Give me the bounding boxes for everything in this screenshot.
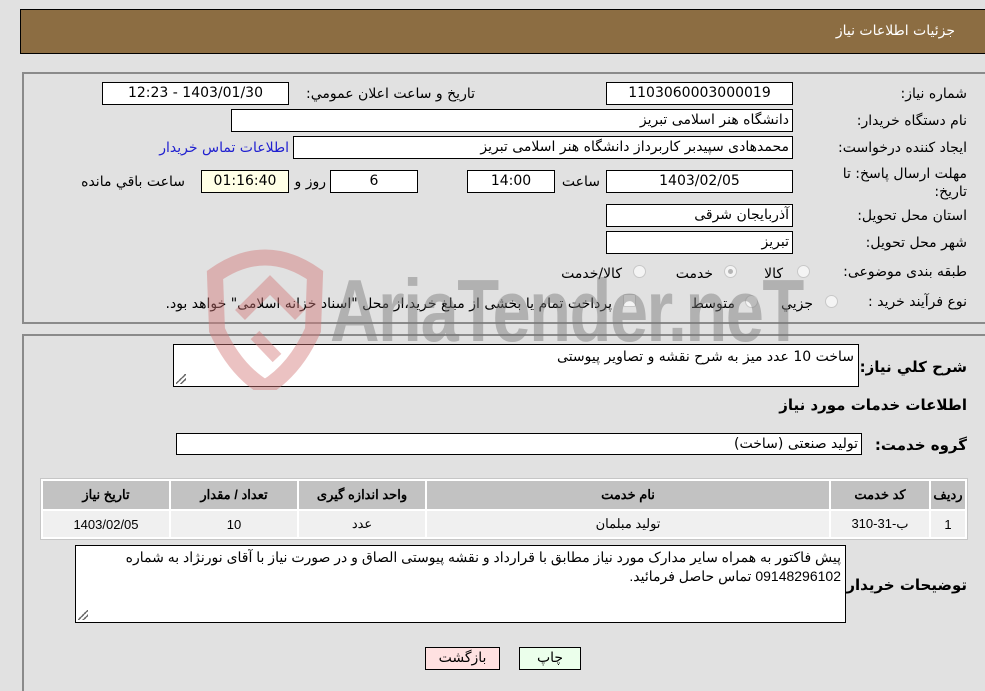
purchase-type-radio-minor[interactable]: [825, 295, 838, 308]
resize-grip-icon[interactable]: [78, 610, 88, 620]
category-radio-service[interactable]: [724, 265, 737, 278]
col-header-unit: واحد اندازه گیری: [299, 481, 425, 509]
days-label: روز و: [294, 174, 327, 190]
category-option-service: خدمت: [675, 266, 713, 282]
buyer-notes-label: توضیحات خریدار:: [840, 576, 967, 594]
col-header-service-name: نام خدمت: [427, 481, 829, 509]
col-header-service-code: کد خدمت: [831, 481, 929, 509]
cell-row-number: 1: [931, 511, 965, 537]
cell-service-name: تولید مبلمان: [427, 511, 829, 537]
purchase-type-option-medium: متوسط: [691, 296, 735, 312]
cell-service-code: ب-31-310: [831, 511, 929, 537]
service-group-label: گروه خدمت:: [874, 436, 967, 454]
purchase-type-label: نوع فرآیند خرید :: [868, 294, 967, 310]
category-option-goods-service: کالا/خدمت: [561, 266, 622, 282]
deadline-time-label: ساعت: [561, 174, 600, 190]
province-label: استان محل تحویل:: [857, 208, 967, 224]
category-option-goods: کالا: [764, 266, 783, 282]
cell-quantity: 10: [171, 511, 297, 537]
city-field: تبریز: [606, 231, 793, 254]
announce-label: تاریخ و ساعت اعلان عمومي:: [306, 86, 475, 102]
deadline-time-field: 14:00: [467, 170, 555, 193]
services-heading: اطلاعات خدمات مورد نیاز: [779, 396, 967, 414]
category-label: طبقه بندی موضوعی:: [843, 264, 967, 280]
need-number-field: 1103060003000019: [606, 82, 793, 105]
deadline-label: مهلت ارسال پاسخ: تا تاریخ:: [842, 166, 967, 200]
deadline-date-field: 1403/02/05: [606, 170, 793, 193]
announce-datetime-field: 1403/01/30 - 12:23: [102, 82, 289, 105]
buyer-org-label: نام دستگاه خریدار:: [856, 113, 967, 129]
buyer-notes-text: پیش فاکتور به همراه سایر مدارک مورد نیاز…: [125, 549, 841, 584]
category-radio-goods[interactable]: [797, 265, 810, 278]
treasury-note: پرداخت تمام یا بخشی از مبلغ خرید،از محل …: [165, 296, 612, 312]
description-label: شرح کلي نیاز:: [859, 358, 967, 376]
cell-unit: عدد: [299, 511, 425, 537]
table-header-row: ردیف کد خدمت نام خدمت واحد اندازه گیری ت…: [43, 481, 965, 509]
buyer-contact-link[interactable]: اطلاعات تماس خریدار: [159, 140, 289, 156]
remaining-time-field: 01:16:40: [201, 170, 289, 193]
buyer-notes-textarea[interactable]: پیش فاکتور به همراه سایر مدارک مورد نیاز…: [75, 545, 846, 623]
col-header-quantity: تعداد / مقدار: [171, 481, 297, 509]
print-button[interactable]: چاپ: [519, 647, 581, 670]
purchase-type-option-minor: جزیي: [781, 296, 813, 312]
requester-field: محمدهادی سپیدبر کاربرداز دانشگاه هنر اسل…: [293, 136, 793, 159]
need-number-label: شماره نیاز:: [900, 86, 968, 102]
page-header: جزئیات اطلاعات نیاز: [20, 9, 985, 54]
services-table: ردیف کد خدمت نام خدمت واحد اندازه گیری ت…: [40, 478, 968, 540]
resize-grip-icon[interactable]: [176, 374, 186, 384]
province-field: آذربایجان شرقی: [606, 204, 793, 227]
cell-need-date: 1403/02/05: [43, 511, 169, 537]
remaining-time-label: ساعت باقي مانده: [81, 174, 185, 190]
back-button[interactable]: بازگشت: [425, 647, 500, 670]
table-row: 1 ب-31-310 تولید مبلمان عدد 10 1403/02/0…: [43, 511, 965, 537]
requester-label: ایجاد کننده درخواست:: [838, 140, 967, 156]
city-label: شهر محل تحویل:: [865, 235, 967, 251]
page-title: جزئیات اطلاعات نیاز: [835, 23, 955, 39]
col-header-row-number: ردیف: [931, 481, 965, 509]
buyer-org-field: دانشگاه هنر اسلامی تبریز: [231, 109, 793, 132]
col-header-need-date: تاریخ نیاز: [43, 481, 169, 509]
description-text: ساخت 10 عدد میز به شرح نقشه و تصاویر پیو…: [557, 349, 854, 365]
purchase-type-radio-medium[interactable]: [745, 295, 758, 308]
days-remaining-field: 6: [330, 170, 418, 193]
category-radio-goods-service[interactable]: [633, 265, 646, 278]
treasury-checkbox[interactable]: [623, 294, 636, 307]
service-group-field: تولید صنعتی (ساخت): [176, 433, 862, 455]
description-textarea[interactable]: ساخت 10 عدد میز به شرح نقشه و تصاویر پیو…: [173, 344, 859, 387]
